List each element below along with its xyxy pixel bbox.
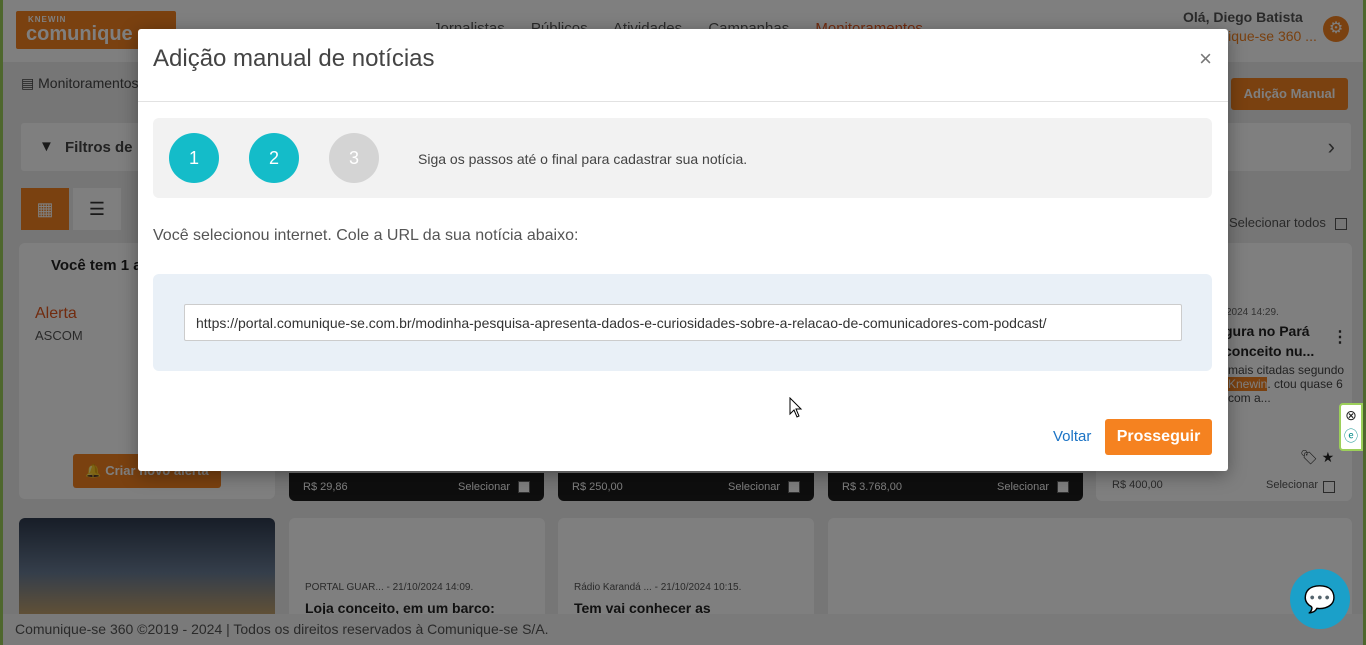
proceed-button[interactable]: Prosseguir (1105, 419, 1212, 455)
url-input[interactable] (184, 304, 1182, 341)
stepper: 1 2 3 Siga os passos até o final para ca… (153, 118, 1212, 198)
back-button[interactable]: Voltar (1053, 428, 1091, 445)
step-1: 1 (169, 133, 219, 183)
close-icon[interactable]: × (1199, 46, 1212, 72)
url-instruction: Você selecionou internet. Cole a URL da … (153, 227, 579, 244)
step-3: 3 (329, 133, 379, 183)
manual-news-modal: Adição manual de notícias × 1 2 3 Siga o… (138, 29, 1228, 471)
chat-icon[interactable]: 💬 (1290, 569, 1350, 629)
modal-title: Adição manual de notícias (153, 45, 435, 72)
accessibility-widget[interactable]: ⊗ ⓔ (1339, 403, 1363, 451)
close-icon[interactable]: ⊗ (1341, 405, 1361, 426)
modal-header: Adição manual de notícias × (138, 29, 1228, 102)
e-icon[interactable]: ⓔ (1341, 426, 1361, 447)
step-2: 2 (249, 133, 299, 183)
mouse-cursor-icon (789, 397, 803, 418)
steps-hint: Siga os passos até o final para cadastra… (418, 151, 748, 167)
url-panel (153, 274, 1212, 371)
